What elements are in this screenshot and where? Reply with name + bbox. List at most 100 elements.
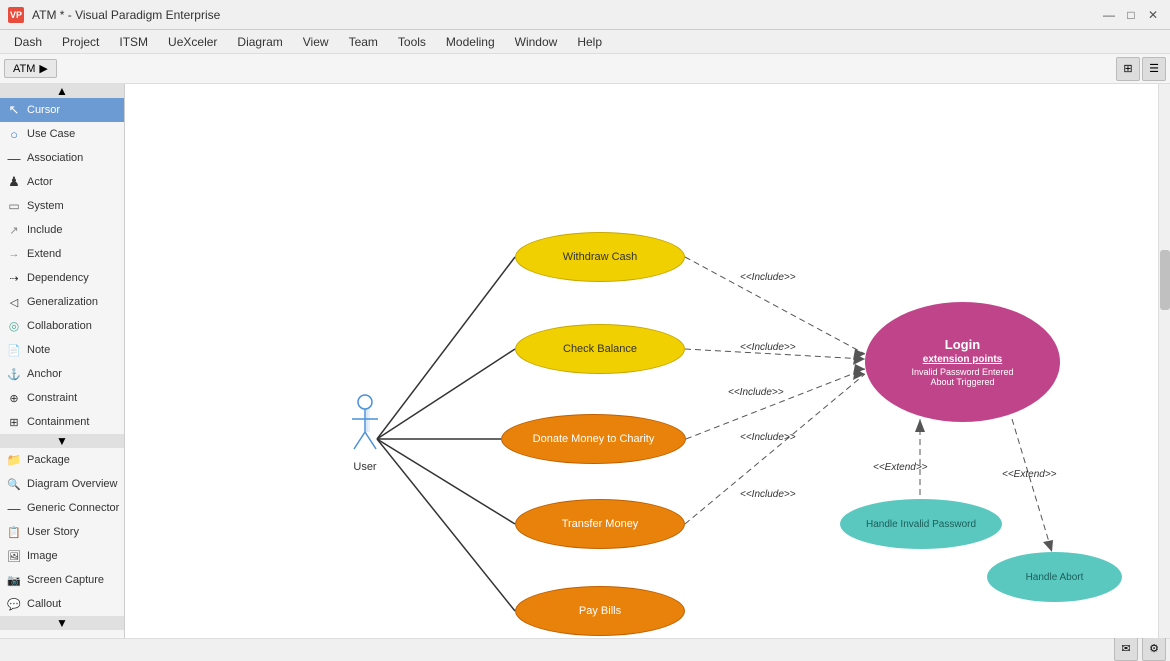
toolbar: ATM ▶ ⊞ ☰ <box>0 54 1170 84</box>
sidebar-label-association: Association <box>27 152 83 164</box>
note-icon <box>6 342 22 358</box>
include-label-2: <<Include>> <box>740 342 796 353</box>
menu-bar: Dash Project ITSM UeXceler Diagram View … <box>0 30 1170 54</box>
sidebar-item-story[interactable]: User Story <box>0 520 124 544</box>
usecase-withdraw-label: Withdraw Cash <box>563 251 638 263</box>
sidebar-item-association[interactable]: Association <box>0 146 124 170</box>
menu-modeling[interactable]: Modeling <box>436 33 505 51</box>
list-view-button[interactable]: ☰ <box>1142 57 1166 81</box>
sidebar-item-system[interactable]: System <box>0 194 124 218</box>
usecase-donate[interactable]: Donate Money to Charity <box>501 414 686 464</box>
menu-itsm[interactable]: ITSM <box>109 33 158 51</box>
sidebar-label-actor: Actor <box>27 176 53 188</box>
menu-project[interactable]: Project <box>52 33 109 51</box>
menu-team[interactable]: Team <box>339 33 388 51</box>
sidebar-item-diagram[interactable]: Diagram Overview <box>0 472 124 496</box>
usecase-transfer-label: Transfer Money <box>562 518 639 530</box>
sidebar-item-note[interactable]: Note <box>0 338 124 362</box>
login-ellipse[interactable]: Login extension points Invalid Password … <box>865 302 1060 422</box>
main-layout: ▲ Cursor Use Case Association Actor Syst… <box>0 84 1170 638</box>
app-icon: VP <box>8 7 24 23</box>
sidebar-item-package[interactable]: Package <box>0 448 124 472</box>
anchor-icon <box>6 366 22 382</box>
sidebar-label-generalization: Generalization <box>27 296 98 308</box>
sidebar-item-generic[interactable]: Generic Connector <box>0 496 124 520</box>
settings-icon-button[interactable]: ⚙ <box>1142 637 1166 661</box>
login-line2: About Triggered <box>930 377 994 387</box>
sidebar-item-callout[interactable]: Callout <box>0 592 124 616</box>
sidebar-label-containment: Containment <box>27 416 89 428</box>
minimize-button[interactable]: — <box>1100 6 1118 24</box>
sidebar-item-dependency[interactable]: Dependency <box>0 266 124 290</box>
include-label-3: <<Include>> <box>728 387 784 398</box>
scroll-thumb[interactable] <box>1160 250 1170 310</box>
handle-abort-ellipse[interactable]: Handle Abort <box>987 552 1122 602</box>
close-button[interactable]: ✕ <box>1144 6 1162 24</box>
include-label-5: <<Include>> <box>740 489 796 500</box>
package-icon <box>6 452 22 468</box>
actor-user[interactable]: User <box>350 394 380 473</box>
usecase-icon <box>6 126 22 142</box>
generalization-icon <box>6 294 22 310</box>
association-icon <box>6 150 22 166</box>
menu-dash[interactable]: Dash <box>4 33 52 51</box>
usecase-donate-label: Donate Money to Charity <box>533 433 655 445</box>
sidebar-item-screen[interactable]: Screen Capture <box>0 568 124 592</box>
generic-icon <box>6 500 22 516</box>
containment-icon <box>6 414 22 430</box>
system-icon <box>6 198 22 214</box>
menu-window[interactable]: Window <box>505 33 568 51</box>
sidebar-label-note: Note <box>27 344 50 356</box>
actor-icon <box>6 174 22 190</box>
include-icon <box>6 222 22 238</box>
sidebar-item-cursor[interactable]: Cursor <box>0 98 124 122</box>
window-controls[interactable]: — □ ✕ <box>1100 6 1162 24</box>
include-label-1: <<Include>> <box>740 272 796 283</box>
sidebar-collapse-mid[interactable]: ▼ <box>0 434 124 448</box>
dependency-icon <box>6 270 22 286</box>
usecase-checkbal[interactable]: Check Balance <box>515 324 685 374</box>
sidebar-item-actor[interactable]: Actor <box>0 170 124 194</box>
sidebar-label-story: User Story <box>27 526 79 538</box>
sidebar-item-generalization[interactable]: Generalization <box>0 290 124 314</box>
sidebar-label-constraint: Constraint <box>27 392 77 404</box>
menu-view[interactable]: View <box>293 33 339 51</box>
actor-label: User <box>353 461 376 473</box>
sidebar-item-image[interactable]: Image <box>0 544 124 568</box>
menu-tools[interactable]: Tools <box>388 33 436 51</box>
grid-view-button[interactable]: ⊞ <box>1116 57 1140 81</box>
sidebar-item-include[interactable]: Include <box>0 218 124 242</box>
email-icon-button[interactable]: ✉ <box>1114 637 1138 661</box>
diagram-canvas[interactable]: User Withdraw Cash Check Balance Donate … <box>125 84 1170 638</box>
sidebar-collapse-bottom[interactable]: ▼ <box>0 616 124 630</box>
handle-invalid-ellipse[interactable]: Handle Invalid Password <box>840 499 1002 549</box>
breadcrumb[interactable]: ATM ▶ <box>4 59 57 78</box>
right-scroll-indicator[interactable] <box>1158 84 1170 638</box>
handle-invalid-label: Handle Invalid Password <box>866 519 976 530</box>
usecase-transfer[interactable]: Transfer Money <box>515 499 685 549</box>
usecase-paybills[interactable]: Pay Bills <box>515 586 685 636</box>
constraint-icon <box>6 390 22 406</box>
sidebar-item-anchor[interactable]: Anchor <box>0 362 124 386</box>
sidebar: ▲ Cursor Use Case Association Actor Syst… <box>0 84 125 638</box>
maximize-button[interactable]: □ <box>1122 6 1140 24</box>
sidebar-label-callout: Callout <box>27 598 61 610</box>
sidebar-item-constraint[interactable]: Constraint <box>0 386 124 410</box>
menu-uexceler[interactable]: UeXceler <box>158 33 227 51</box>
usecase-withdraw[interactable]: Withdraw Cash <box>515 232 685 282</box>
menu-help[interactable]: Help <box>567 33 612 51</box>
breadcrumb-arrow: ▶ <box>39 62 47 75</box>
sidebar-item-collaboration[interactable]: Collaboration <box>0 314 124 338</box>
sidebar-item-usecase[interactable]: Use Case <box>0 122 124 146</box>
sidebar-label-screen: Screen Capture <box>27 574 104 586</box>
sidebar-label-collaboration: Collaboration <box>27 320 92 332</box>
extend-icon <box>6 246 22 262</box>
sidebar-label-extend: Extend <box>27 248 61 260</box>
sidebar-item-extend[interactable]: Extend <box>0 242 124 266</box>
sidebar-label-dependency: Dependency <box>27 272 89 284</box>
title-bar: VP ATM * - Visual Paradigm Enterprise — … <box>0 0 1170 30</box>
sidebar-collapse-top[interactable]: ▲ <box>0 84 124 98</box>
menu-diagram[interactable]: Diagram <box>227 33 292 51</box>
sidebar-item-containment[interactable]: Containment <box>0 410 124 434</box>
sidebar-label-system: System <box>27 200 64 212</box>
